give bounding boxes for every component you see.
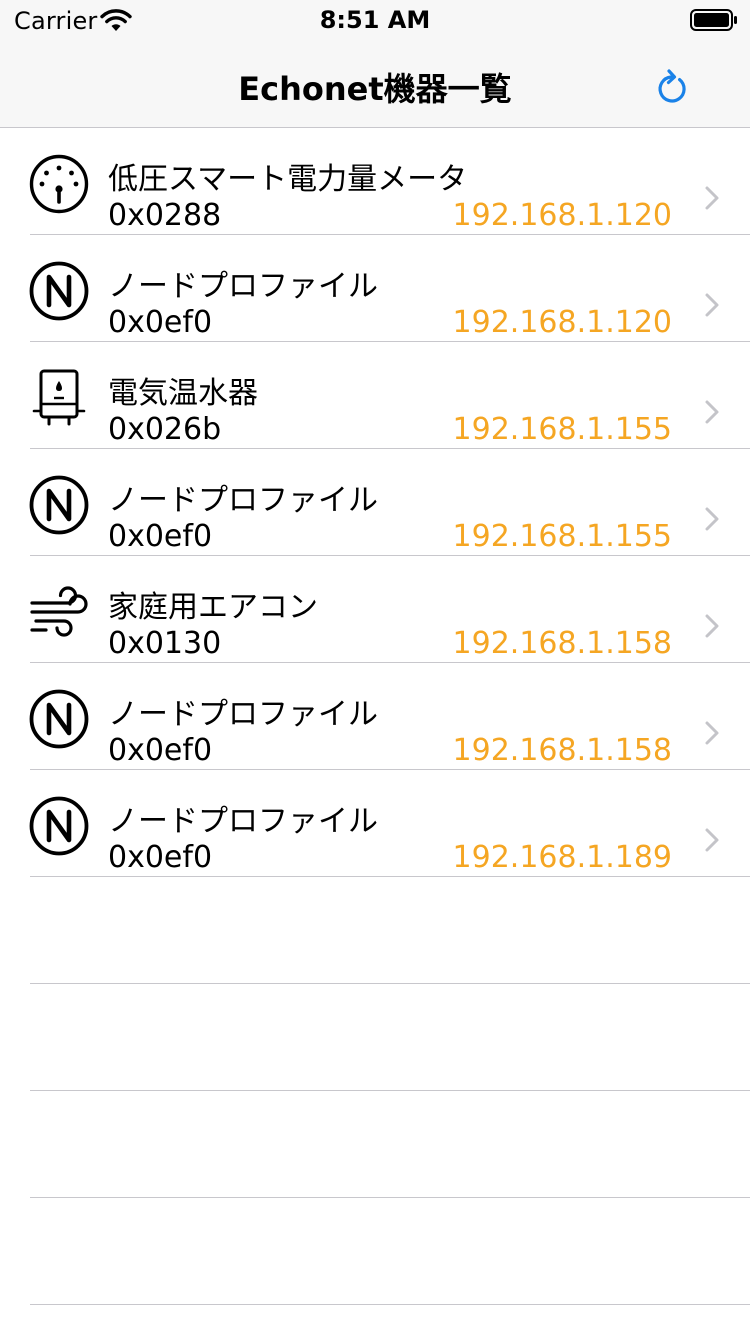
water-heater-icon [28, 367, 90, 429]
node-profile-icon [28, 474, 90, 536]
chevron-right-icon [704, 399, 720, 425]
refresh-icon[interactable] [652, 66, 690, 106]
node-profile-icon [28, 795, 90, 857]
device-ip-address: 192.168.1.189 [452, 840, 672, 875]
device-ip-address: 192.168.1.120 [452, 198, 672, 233]
device-name: 家庭用エアコン [108, 590, 318, 625]
device-name: ノードプロファイル [108, 804, 378, 839]
empty-row [0, 877, 750, 984]
chevron-right-icon [704, 827, 720, 853]
device-ip-address: 192.168.1.158 [452, 733, 672, 768]
device-ip-address: 192.168.1.155 [452, 412, 672, 447]
device-ip-address: 192.168.1.155 [452, 519, 672, 554]
navigation-bar: Echonet機器一覧 [0, 40, 750, 128]
device-row[interactable]: 低圧スマート電力量メータ 0x0288 192.168.1.120 [0, 128, 750, 235]
device-name: 電気温水器 [108, 376, 258, 411]
top-bar: Carrier 8:51 AM Echonet機器一覧 [0, 0, 750, 128]
chevron-right-icon [704, 185, 720, 211]
device-row[interactable]: 電気温水器 0x026b 192.168.1.155 [0, 342, 750, 449]
chevron-right-icon [704, 720, 720, 746]
empty-row [0, 984, 750, 1091]
chevron-right-icon [704, 292, 720, 318]
device-class-code: 0x0ef0 [108, 305, 213, 340]
device-name: ノードプロファイル [108, 483, 378, 518]
device-class-code: 0x0ef0 [108, 840, 213, 875]
wind-icon [28, 581, 90, 643]
device-class-code: 0x026b [108, 412, 222, 447]
empty-row [0, 1198, 750, 1305]
device-row[interactable]: ノードプロファイル 0x0ef0 192.168.1.158 [0, 663, 750, 770]
device-name: ノードプロファイル [108, 697, 378, 732]
device-ip-address: 192.168.1.120 [452, 305, 672, 340]
device-class-code: 0x0ef0 [108, 733, 213, 768]
device-row[interactable]: ノードプロファイル 0x0ef0 192.168.1.155 [0, 449, 750, 556]
status-time: 8:51 AM [319, 6, 431, 34]
device-list: 低圧スマート電力量メータ 0x0288 192.168.1.120 ノードプロファイル… [0, 128, 750, 1305]
device-ip-address: 192.168.1.158 [452, 626, 672, 661]
node-profile-icon [28, 688, 90, 750]
device-class-code: 0x0ef0 [108, 519, 213, 554]
row-divider [30, 1304, 750, 1305]
battery-icon [690, 9, 737, 31]
status-bar: Carrier 8:51 AM [0, 0, 750, 40]
meter-gauge-icon [28, 153, 90, 215]
empty-row [0, 1091, 750, 1198]
device-name: ノードプロファイル [108, 269, 378, 304]
chevron-right-icon [704, 506, 720, 532]
device-row[interactable]: 家庭用エアコン 0x0130 192.168.1.158 [0, 556, 750, 663]
node-profile-icon [28, 260, 90, 322]
device-row[interactable]: ノードプロファイル 0x0ef0 192.168.1.120 [0, 235, 750, 342]
device-row[interactable]: ノードプロファイル 0x0ef0 192.168.1.189 [0, 770, 750, 877]
device-class-code: 0x0288 [108, 198, 222, 233]
device-name: 低圧スマート電力量メータ [108, 162, 468, 197]
device-class-code: 0x0130 [108, 626, 222, 661]
page-title: Echonet機器一覧 [238, 70, 512, 108]
chevron-right-icon [704, 613, 720, 639]
